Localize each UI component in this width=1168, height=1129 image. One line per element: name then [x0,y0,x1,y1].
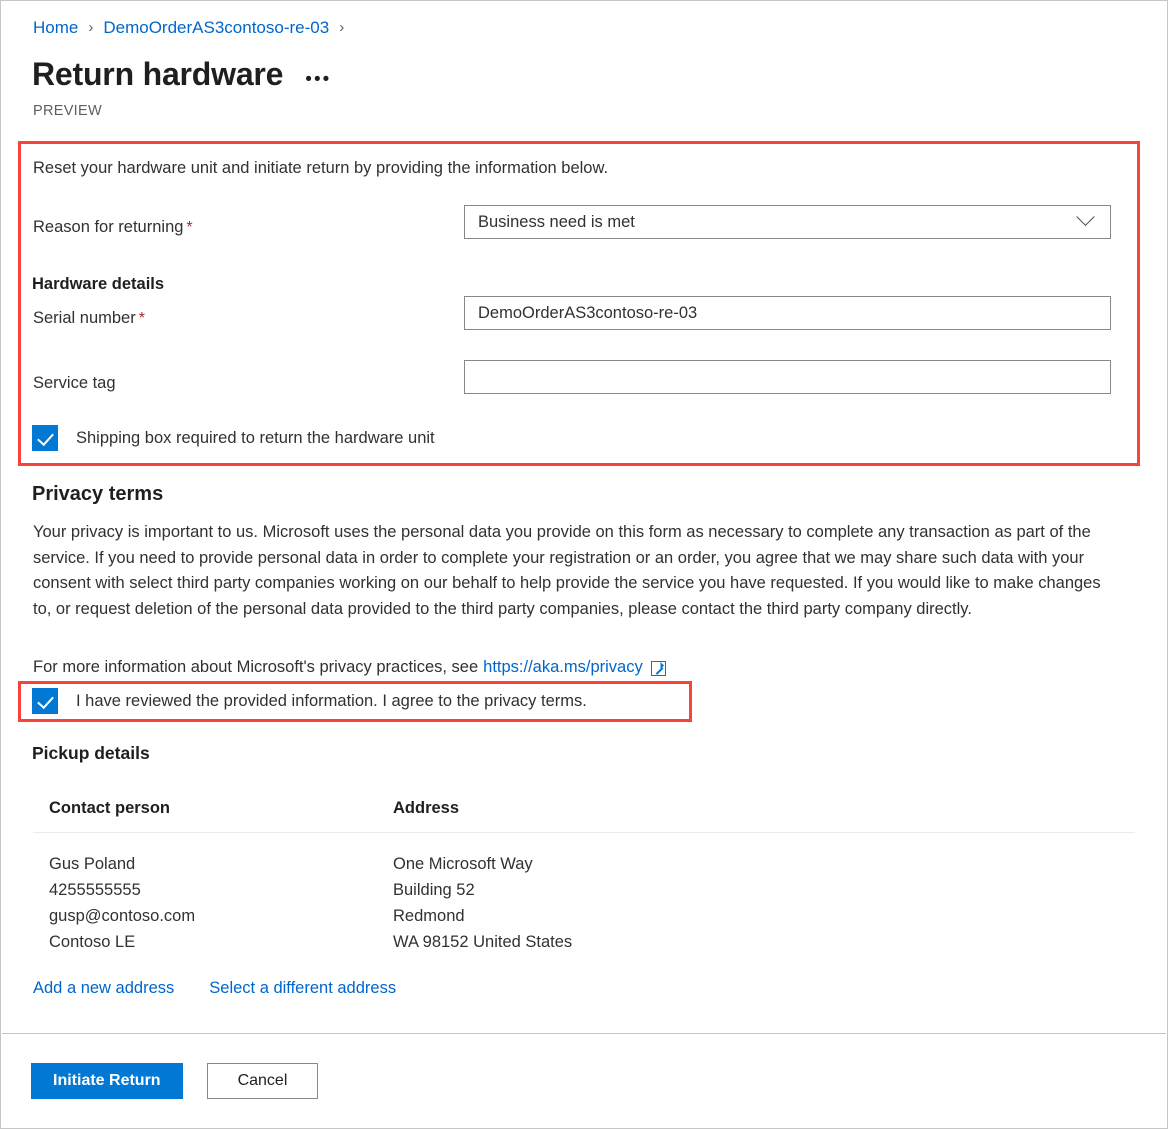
breadcrumb-item-order[interactable]: DemoOrderAS3contoso-re-03 [103,17,329,39]
required-asterisk: * [186,219,193,236]
external-link-icon [650,660,666,676]
privacy-policy-link[interactable]: https://aka.ms/privacy [483,656,643,678]
service-tag-input[interactable] [478,367,1102,387]
more-options-icon[interactable]: ••• [305,70,331,89]
address-line-1: One Microsoft Way [393,855,533,873]
required-asterisk: * [138,310,145,327]
contact-company: Contoso LE [49,933,136,951]
page-title-row: Return hardware ••• [32,54,331,94]
contact-name: Gus Poland [49,855,136,873]
hardware-details-heading: Hardware details [32,275,165,293]
service-tag-label: Service tag [33,374,116,392]
initiate-return-button[interactable]: Initiate Return [31,1063,183,1099]
cell-address: One Microsoft Way Building 52 Redmond WA… [393,851,893,955]
privacy-link-line: For more information about Microsoft's p… [33,656,666,678]
serial-label-text: Serial number [33,309,136,327]
address-line-2: Building 52 [393,881,475,899]
reason-selected-value: Business need is met [478,212,635,231]
table-row: Gus Poland 4255555555 gusp@contoso.com C… [33,833,1135,955]
privacy-link-prefix: For more information about Microsoft's p… [33,658,479,676]
reason-for-returning-select[interactable]: Business need is met [464,205,1111,239]
contact-email: gusp@contoso.com [49,907,196,925]
footer-divider [2,1033,1166,1034]
serial-number-label: Serial number * [33,307,145,330]
chevron-down-icon [1076,207,1095,226]
serial-number-field[interactable] [464,296,1111,330]
reason-label-text: Reason for returning [33,218,184,236]
breadcrumb: Home › DemoOrderAS3contoso-re-03 › [33,17,354,39]
address-region: WA 98152 United States [393,933,573,951]
footer-actions: Initiate Return Cancel [31,1063,319,1099]
table-header-row: Contact person Address [33,799,1135,833]
cell-contact-person: Gus Poland 4255555555 gusp@contoso.com C… [33,851,393,955]
return-hardware-page: Home › DemoOrderAS3contoso-re-03 › Retur… [0,0,1168,1129]
privacy-terms-paragraph: Your privacy is important to us. Microso… [33,523,1101,618]
cancel-button[interactable]: Cancel [206,1063,319,1099]
shipping-box-checkbox-label: Shipping box required to return the hard… [76,429,435,447]
pickup-details-table: Contact person Address Gus Poland 425555… [33,799,1135,955]
privacy-agree-checkbox-row[interactable]: I have reviewed the provided information… [32,688,587,714]
add-new-address-link[interactable]: Add a new address [33,979,174,998]
privacy-terms-heading: Privacy terms [32,483,164,505]
page-title: Return hardware [32,56,284,92]
address-city: Redmond [393,907,465,925]
column-header-address: Address [393,799,460,817]
breadcrumb-item-home[interactable]: Home [33,17,78,39]
service-tag-field[interactable] [464,360,1111,394]
address-action-links: Add a new address Select a different add… [33,979,396,998]
checkbox-checked-icon[interactable] [32,688,58,714]
shipping-box-checkbox-row[interactable]: Shipping box required to return the hard… [32,425,435,451]
chevron-right-icon: › [88,19,94,36]
privacy-agree-checkbox-label: I have reviewed the provided information… [76,692,587,710]
pickup-details-heading: Pickup details [32,743,150,763]
contact-phone: 4255555555 [49,881,141,899]
serial-number-input[interactable] [478,303,1102,323]
form-intro-text: Reset your hardware unit and initiate re… [33,159,609,177]
select-different-address-link[interactable]: Select a different address [209,979,396,998]
reason-for-returning-label: Reason for returning * [33,216,193,239]
preview-badge: PREVIEW [33,103,102,119]
checkbox-checked-icon[interactable] [32,425,58,451]
chevron-right-icon: › [339,19,345,36]
column-header-contact-person: Contact person [49,799,171,817]
